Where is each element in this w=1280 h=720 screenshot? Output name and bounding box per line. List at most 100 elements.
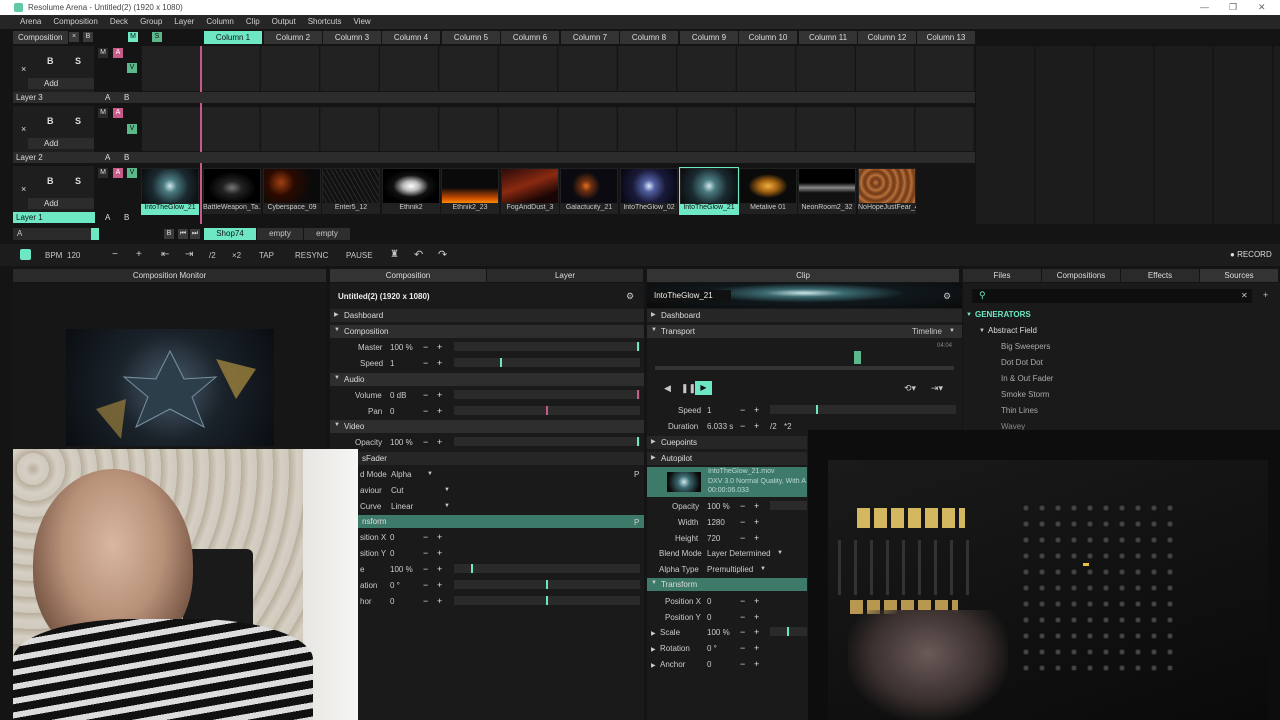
master-value[interactable]: 100 %: [390, 343, 413, 352]
clip-settings-gear-icon[interactable]: ⚙: [943, 291, 951, 302]
pan-minus-button[interactable]: −: [423, 406, 428, 416]
clip-speed-slider[interactable]: [770, 405, 956, 414]
column-4-header[interactable]: Column 4: [382, 31, 440, 44]
comp-scale-slider[interactable]: [454, 564, 640, 573]
comp-posx-value[interactable]: 0: [390, 533, 394, 542]
clip-slot-6[interactable]: Ethnik2_23: [441, 168, 499, 214]
comp-composition-section[interactable]: Composition: [330, 325, 644, 338]
speed-value[interactable]: 1: [390, 359, 394, 368]
add-source-icon[interactable]: +: [1263, 290, 1268, 300]
nudge-forward-icon[interactable]: ⇥: [185, 249, 193, 260]
clip-slot-4[interactable]: Enter5_12: [322, 168, 380, 214]
menu-column[interactable]: Column: [200, 15, 240, 26]
tab-composition[interactable]: Composition: [330, 269, 486, 282]
volume-plus-button[interactable]: +: [437, 390, 442, 400]
clip-rotation-minus-button[interactable]: −: [740, 643, 745, 653]
layer-3-clear-button[interactable]: ×: [21, 64, 26, 74]
clip-posx-plus-button[interactable]: +: [754, 596, 759, 606]
clip-opacity-minus-button[interactable]: −: [740, 501, 745, 511]
abstract-field-folder[interactable]: Abstract Field: [988, 326, 1037, 335]
source-item[interactable]: Smoke Storm: [1001, 390, 1049, 399]
loop-mode-icon[interactable]: ⟲▾: [904, 383, 916, 394]
duration-minus-button[interactable]: −: [740, 421, 745, 431]
clip-width-minus-button[interactable]: −: [740, 517, 745, 527]
comp-video-section[interactable]: Video: [330, 420, 644, 433]
tab-sources[interactable]: Sources: [1200, 269, 1278, 282]
crossfader-a[interactable]: A: [13, 228, 99, 240]
duration-half-button[interactable]: /2: [770, 422, 777, 431]
opacity-value[interactable]: 100 %: [390, 438, 413, 447]
clip-posx-minus-button[interactable]: −: [740, 596, 745, 606]
master-slider[interactable]: [454, 342, 640, 351]
volume-value[interactable]: 0 dB: [390, 391, 406, 400]
deck-tab-empty-2[interactable]: empty: [304, 228, 350, 240]
layer-1-bypass-button[interactable]: B: [47, 176, 54, 186]
tab-clip[interactable]: Clip: [647, 269, 959, 282]
posy-minus-button[interactable]: −: [423, 548, 428, 558]
blend-param-button[interactable]: P: [634, 470, 639, 479]
layer-1-solo-button[interactable]: S: [75, 176, 81, 186]
generators-folder[interactable]: GENERATORS: [975, 310, 1031, 319]
crossfader-handle[interactable]: [91, 228, 99, 240]
clip-slot-8[interactable]: Galactucity_21: [560, 168, 618, 214]
menu-layer[interactable]: Layer: [168, 15, 200, 26]
layer-1-clear-button[interactable]: ×: [21, 184, 26, 194]
comp-scale-value[interactable]: 100 %: [390, 565, 413, 574]
menu-composition[interactable]: Composition: [47, 15, 103, 26]
layer-2-clip-slots[interactable]: [142, 107, 975, 151]
column-12-header[interactable]: Column 12: [858, 31, 916, 44]
layer-1-alpha-button[interactable]: A: [113, 168, 123, 178]
clip-opacity-slider[interactable]: [770, 501, 807, 510]
master-plus-button[interactable]: +: [437, 342, 442, 352]
crossfader-section[interactable]: sFader: [358, 452, 644, 465]
volume-minus-button[interactable]: −: [423, 390, 428, 400]
bpm-value[interactable]: 120: [67, 251, 80, 260]
timeline-mode-select[interactable]: Timeline: [912, 327, 942, 336]
clip-slot-7[interactable]: FogAndDust_3: [501, 168, 559, 214]
anchor-plus-button[interactable]: +: [437, 596, 442, 606]
clip-slot-12[interactable]: NeonRoom2_32: [798, 168, 856, 214]
pause-button[interactable]: PAUSE: [346, 251, 373, 260]
menu-view[interactable]: View: [347, 15, 376, 26]
clip-posy-minus-button[interactable]: −: [740, 612, 745, 622]
tab-compositions[interactable]: Compositions: [1042, 269, 1120, 282]
metronome-icon[interactable]: [20, 249, 31, 260]
comp-rotation-slider[interactable]: [454, 580, 640, 589]
column-8-header[interactable]: Column 8: [620, 31, 678, 44]
layer-1-crossfade-a[interactable]: A: [105, 213, 110, 222]
posy-plus-button[interactable]: +: [437, 548, 442, 558]
clip-height-value[interactable]: 720: [707, 534, 720, 543]
layer-2-mask-button[interactable]: M: [98, 108, 108, 118]
comp-clear-button[interactable]: ×: [69, 32, 79, 42]
curve-select[interactable]: Linear: [391, 502, 413, 511]
maximize-icon[interactable]: ❐: [1229, 2, 1237, 13]
layer-1-name[interactable]: Layer 1: [13, 212, 95, 223]
layer-3-mask-button[interactable]: M: [98, 48, 108, 58]
bpm-decrease-button[interactable]: −: [112, 249, 118, 260]
comp-anchor-handle[interactable]: [546, 596, 548, 605]
deck-prev-icon[interactable]: ⏮: [178, 229, 188, 239]
clip-scale-value[interactable]: 100 %: [707, 628, 730, 637]
play-reverse-icon[interactable]: ◀: [664, 383, 671, 394]
comp-dashboard-section[interactable]: Dashboard: [330, 309, 644, 322]
pan-slider-handle[interactable]: [546, 406, 548, 415]
autopilot-section[interactable]: Autopilot: [647, 452, 807, 465]
clip-timeline-bar[interactable]: [655, 366, 954, 370]
clip-slot-5[interactable]: Ethnik2: [382, 168, 440, 214]
play-forward-icon[interactable]: ▶: [695, 381, 712, 395]
clip-rotation-plus-button[interactable]: +: [754, 643, 759, 653]
layer-1-video-button[interactable]: V: [127, 168, 137, 178]
undo-icon[interactable]: ↶: [414, 248, 423, 261]
layer-2-bypass-button[interactable]: B: [47, 116, 54, 126]
anchor-minus-button[interactable]: −: [423, 596, 428, 606]
layer-3-bypass-button[interactable]: B: [47, 56, 54, 66]
clip-slot-10[interactable]: IntoTheGlow_21: [679, 167, 739, 215]
clip-speed-minus-button[interactable]: −: [740, 405, 745, 415]
tab-files[interactable]: Files: [963, 269, 1041, 282]
layer-3-alpha-button[interactable]: A: [113, 48, 123, 58]
layer-2-solo-button[interactable]: S: [75, 116, 81, 126]
crossfader-b[interactable]: B: [164, 229, 174, 239]
layer-1-mask-button[interactable]: M: [98, 168, 108, 178]
sources-search-input[interactable]: [972, 289, 1252, 303]
master-slider-handle[interactable]: [637, 342, 639, 351]
